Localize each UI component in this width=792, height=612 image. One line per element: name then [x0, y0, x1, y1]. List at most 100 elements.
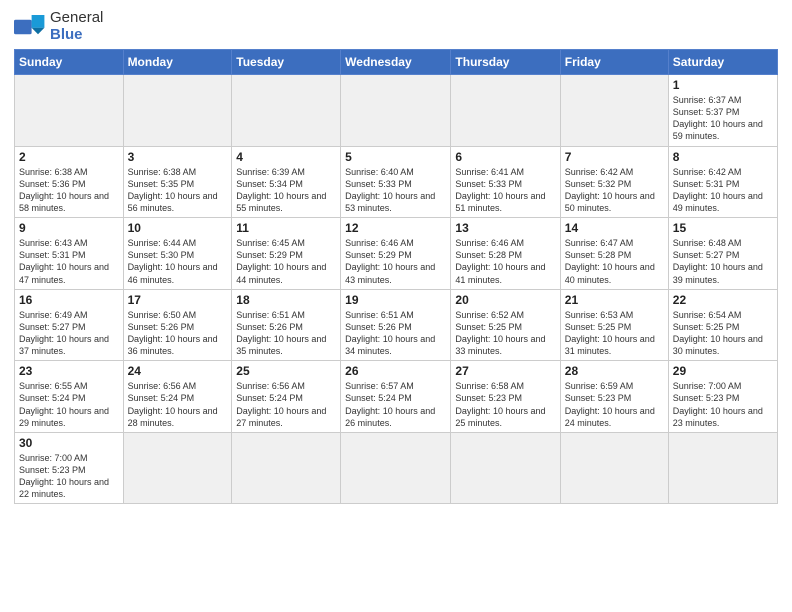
day-info: Sunrise: 6:51 AMSunset: 5:26 PMDaylight:…: [345, 309, 446, 358]
day-info: Sunrise: 6:56 AMSunset: 5:24 PMDaylight:…: [236, 380, 336, 429]
day-info: Sunrise: 6:47 AMSunset: 5:28 PMDaylight:…: [565, 237, 664, 286]
day-number: 27: [455, 364, 555, 378]
calendar-cell: 13Sunrise: 6:46 AMSunset: 5:28 PMDayligh…: [451, 218, 560, 290]
calendar-week-3: 16Sunrise: 6:49 AMSunset: 5:27 PMDayligh…: [15, 289, 778, 361]
day-info: Sunrise: 6:51 AMSunset: 5:26 PMDaylight:…: [236, 309, 336, 358]
calendar-week-2: 9Sunrise: 6:43 AMSunset: 5:31 PMDaylight…: [15, 218, 778, 290]
calendar-cell: 11 Sunrise: 6:45 AMSunset: 5:29 PMDayligh…: [232, 218, 341, 290]
day-number: 20: [455, 293, 555, 307]
weekday-header-wednesday: Wednesday: [341, 50, 451, 75]
day-number: 26: [345, 364, 446, 378]
day-number: 29: [673, 364, 773, 378]
day-number: 16: [19, 293, 119, 307]
day-number: 24: [128, 364, 228, 378]
calendar-cell: 3Sunrise: 6:38 AMSunset: 5:35 PMDaylight…: [123, 146, 232, 218]
day-info: Sunrise: 6:55 AMSunset: 5:24 PMDaylight:…: [19, 380, 119, 429]
calendar-cell: 23 Sunrise: 6:55 AMSunset: 5:24 PMDayligh…: [15, 361, 124, 433]
day-info: Sunrise: 7:00 AMSunset: 5:23 PMDaylight:…: [673, 380, 773, 429]
calendar-cell: 10Sunrise: 6:44 AMSunset: 5:30 PMDayligh…: [123, 218, 232, 290]
calendar-cell: [451, 75, 560, 147]
calendar-cell: [341, 75, 451, 147]
day-number: 28: [565, 364, 664, 378]
calendar-cell: 17Sunrise: 6:50 AMSunset: 5:26 PMDayligh…: [123, 289, 232, 361]
calendar-week-1: 2 Sunrise: 6:38 AMSunset: 5:36 PMDaylight…: [15, 146, 778, 218]
calendar: SundayMondayTuesdayWednesdayThursdayFrid…: [14, 49, 778, 504]
day-info: Sunrise: 6:42 AMSunset: 5:32 PMDaylight:…: [565, 166, 664, 215]
page: General Blue SundayMondayTuesdayWednesda…: [0, 0, 792, 612]
day-info: Sunrise: 6:45 AMSunset: 5:29 PMDaylight:…: [236, 237, 336, 286]
day-number: 2: [19, 150, 119, 164]
day-number: 11: [236, 221, 336, 235]
day-info: Sunrise: 6:44 AMSunset: 5:30 PMDaylight:…: [128, 237, 228, 286]
day-number: 25: [236, 364, 336, 378]
calendar-cell: 15 Sunrise: 6:48 AMSunset: 5:27 PMDayligh…: [668, 218, 777, 290]
calendar-cell: 25 Sunrise: 6:56 AMSunset: 5:24 PMDayligh…: [232, 361, 341, 433]
day-number: 8: [673, 150, 773, 164]
day-number: 5: [345, 150, 446, 164]
calendar-cell: 24 Sunrise: 6:56 AMSunset: 5:24 PMDayligh…: [123, 361, 232, 433]
calendar-cell: 29 Sunrise: 7:00 AMSunset: 5:23 PMDayligh…: [668, 361, 777, 433]
calendar-cell: 19 Sunrise: 6:51 AMSunset: 5:26 PMDayligh…: [341, 289, 451, 361]
logo-text: General Blue: [50, 10, 103, 43]
calendar-week-0: 1Sunrise: 6:37 AMSunset: 5:37 PMDaylight…: [15, 75, 778, 147]
calendar-cell: 26Sunrise: 6:57 AMSunset: 5:24 PMDayligh…: [341, 361, 451, 433]
calendar-cell: 18Sunrise: 6:51 AMSunset: 5:26 PMDayligh…: [232, 289, 341, 361]
day-info: Sunrise: 6:41 AMSunset: 5:33 PMDaylight:…: [455, 166, 555, 215]
calendar-cell: 1Sunrise: 6:37 AMSunset: 5:37 PMDaylight…: [668, 75, 777, 147]
day-info: Sunrise: 6:48 AMSunset: 5:27 PMDaylight:…: [673, 237, 773, 286]
day-info: Sunrise: 6:38 AMSunset: 5:36 PMDaylight:…: [19, 166, 119, 215]
day-number: 4: [236, 150, 336, 164]
calendar-cell: 12 Sunrise: 6:46 AMSunset: 5:29 PMDayligh…: [341, 218, 451, 290]
calendar-cell: [560, 75, 668, 147]
day-number: 15: [673, 221, 773, 235]
day-number: 22: [673, 293, 773, 307]
day-number: 14: [565, 221, 664, 235]
weekday-header-saturday: Saturday: [668, 50, 777, 75]
day-number: 12: [345, 221, 446, 235]
day-info: Sunrise: 6:56 AMSunset: 5:24 PMDaylight:…: [128, 380, 228, 429]
calendar-cell: [668, 432, 777, 504]
calendar-header-row: SundayMondayTuesdayWednesdayThursdayFrid…: [15, 50, 778, 75]
calendar-cell: 30 Sunrise: 7:00 AMSunset: 5:23 PMDayligh…: [15, 432, 124, 504]
calendar-cell: 14 Sunrise: 6:47 AMSunset: 5:28 PMDayligh…: [560, 218, 668, 290]
day-number: 30: [19, 436, 119, 450]
day-info: Sunrise: 6:46 AMSunset: 5:29 PMDaylight:…: [345, 237, 446, 286]
weekday-header-thursday: Thursday: [451, 50, 560, 75]
calendar-cell: 2 Sunrise: 6:38 AMSunset: 5:36 PMDaylight…: [15, 146, 124, 218]
calendar-cell: 6 Sunrise: 6:41 AMSunset: 5:33 PMDaylight…: [451, 146, 560, 218]
calendar-cell: 16Sunrise: 6:49 AMSunset: 5:27 PMDayligh…: [15, 289, 124, 361]
day-info: Sunrise: 6:58 AMSunset: 5:23 PMDaylight:…: [455, 380, 555, 429]
calendar-cell: [123, 75, 232, 147]
calendar-cell: [560, 432, 668, 504]
day-info: Sunrise: 6:50 AMSunset: 5:26 PMDaylight:…: [128, 309, 228, 358]
logo: General Blue: [14, 10, 103, 43]
day-number: 19: [345, 293, 446, 307]
day-number: 3: [128, 150, 228, 164]
calendar-week-5: 30 Sunrise: 7:00 AMSunset: 5:23 PMDayligh…: [15, 432, 778, 504]
day-number: 1: [673, 78, 773, 92]
calendar-cell: 22 Sunrise: 6:54 AMSunset: 5:25 PMDayligh…: [668, 289, 777, 361]
calendar-cell: 7Sunrise: 6:42 AMSunset: 5:32 PMDaylight…: [560, 146, 668, 218]
calendar-cell: [232, 432, 341, 504]
day-info: Sunrise: 6:40 AMSunset: 5:33 PMDaylight:…: [345, 166, 446, 215]
calendar-cell: 5 Sunrise: 6:40 AMSunset: 5:33 PMDaylight…: [341, 146, 451, 218]
day-info: Sunrise: 7:00 AMSunset: 5:23 PMDaylight:…: [19, 452, 119, 501]
calendar-cell: 28 Sunrise: 6:59 AMSunset: 5:23 PMDayligh…: [560, 361, 668, 433]
day-number: 6: [455, 150, 555, 164]
day-number: 21: [565, 293, 664, 307]
day-info: Sunrise: 6:59 AMSunset: 5:23 PMDaylight:…: [565, 380, 664, 429]
calendar-cell: 20Sunrise: 6:52 AMSunset: 5:25 PMDayligh…: [451, 289, 560, 361]
weekday-header-sunday: Sunday: [15, 50, 124, 75]
generalblue-logo-icon: [14, 13, 46, 41]
day-info: Sunrise: 6:39 AMSunset: 5:34 PMDaylight:…: [236, 166, 336, 215]
calendar-cell: [451, 432, 560, 504]
weekday-header-monday: Monday: [123, 50, 232, 75]
day-info: Sunrise: 6:42 AMSunset: 5:31 PMDaylight:…: [673, 166, 773, 215]
day-info: Sunrise: 6:54 AMSunset: 5:25 PMDaylight:…: [673, 309, 773, 358]
weekday-header-friday: Friday: [560, 50, 668, 75]
day-number: 23: [19, 364, 119, 378]
calendar-cell: [341, 432, 451, 504]
calendar-cell: 21Sunrise: 6:53 AMSunset: 5:25 PMDayligh…: [560, 289, 668, 361]
day-info: Sunrise: 6:43 AMSunset: 5:31 PMDaylight:…: [19, 237, 119, 286]
calendar-cell: [15, 75, 124, 147]
